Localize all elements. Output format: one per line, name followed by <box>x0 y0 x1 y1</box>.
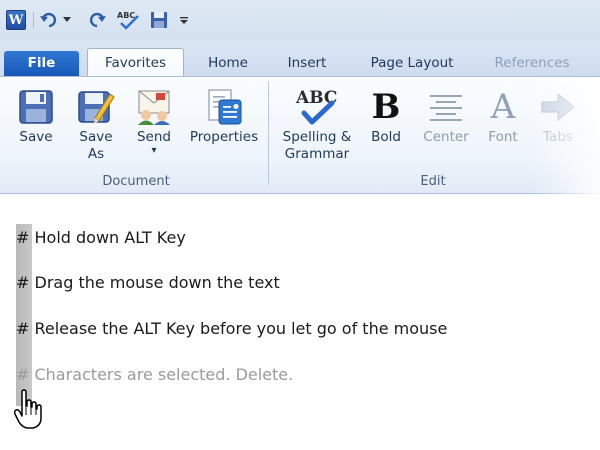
spelling-check-icon[interactable]: ABC <box>116 10 142 30</box>
group-separator <box>268 81 269 185</box>
doc-line-4[interactable]: # Characters are selected. Delete. <box>16 365 293 384</box>
tab-insert[interactable]: Insert <box>272 50 342 76</box>
save-button[interactable]: Save <box>10 85 62 146</box>
tab-page-layout[interactable]: Page Layout <box>356 50 468 76</box>
undo-icon[interactable] <box>40 10 58 30</box>
hand-pointer-cursor-icon <box>12 389 46 431</box>
save-as-icon <box>70 85 122 129</box>
bold-label: Bold <box>371 129 401 145</box>
group-label-document: Document <box>102 174 170 189</box>
word-app-icon[interactable]: W <box>6 10 26 30</box>
document-area[interactable]: # Hold down ALT Key # Drag the mouse dow… <box>0 195 600 450</box>
tab-references[interactable]: References <box>482 50 582 76</box>
send-label: Send <box>136 129 171 145</box>
toolbar-separator <box>33 12 34 28</box>
properties-icon <box>186 85 262 129</box>
tabs-arrow-icon <box>536 85 580 129</box>
tab-favorites[interactable]: Favorites <box>87 48 184 78</box>
center-label: Center <box>423 129 469 145</box>
tabs-button[interactable]: Tabs <box>536 85 580 146</box>
ribbon: Save Save As Send ▾ Properties Document … <box>0 76 600 195</box>
tab-file[interactable]: File <box>4 51 79 76</box>
customize-toolbar-icon[interactable] <box>178 10 190 30</box>
save-icon[interactable] <box>149 10 169 30</box>
quick-access-toolbar: W ABC <box>0 0 600 40</box>
font-glyph: A <box>490 87 516 127</box>
redo-icon[interactable] <box>88 10 106 30</box>
properties-label: Properties <box>189 129 259 145</box>
send-icon <box>128 85 180 129</box>
save-label: Save <box>19 129 53 145</box>
spelling-grammar-button[interactable]: ABC Spelling & Grammar <box>274 85 360 163</box>
spelling-label-line2: Grammar <box>284 146 350 162</box>
save-as-label-line1: Save <box>79 129 113 145</box>
group-label-edit: Edit <box>420 174 446 189</box>
center-align-icon <box>418 85 474 129</box>
spelling-abc-icon: ABC <box>274 85 360 129</box>
doc-line-2[interactable]: # Drag the mouse down the text <box>16 273 280 292</box>
doc-line-3[interactable]: # Release the ALT Key before you let go … <box>16 319 447 338</box>
save-as-label-line2: As <box>87 146 105 162</box>
bold-glyph: B <box>371 87 401 127</box>
svg-text:ABC: ABC <box>117 11 135 20</box>
save-as-button[interactable]: Save As <box>70 85 122 163</box>
bold-button[interactable]: B Bold <box>362 85 410 146</box>
tabs-label: Tabs <box>543 129 573 145</box>
ribbon-tabs: File Favorites Home Insert Page Layout R… <box>0 40 600 78</box>
font-label: Font <box>488 129 518 145</box>
tab-home[interactable]: Home <box>193 50 263 76</box>
word-window: W ABC File Favorites Home Insert Page La… <box>0 0 600 450</box>
undo-dropdown-icon[interactable] <box>62 10 72 30</box>
center-button[interactable]: Center <box>418 85 474 146</box>
properties-button[interactable]: Properties <box>186 85 262 146</box>
send-dropdown-caret: ▾ <box>151 145 157 156</box>
floppy-disk-icon <box>10 85 62 129</box>
spelling-label-line1: Spelling & <box>282 129 352 145</box>
bold-icon: B <box>362 85 410 129</box>
send-button[interactable]: Send ▾ <box>128 85 180 156</box>
doc-line-1[interactable]: # Hold down ALT Key <box>16 228 186 247</box>
font-icon: A <box>480 85 526 129</box>
font-button[interactable]: A Font <box>480 85 526 146</box>
